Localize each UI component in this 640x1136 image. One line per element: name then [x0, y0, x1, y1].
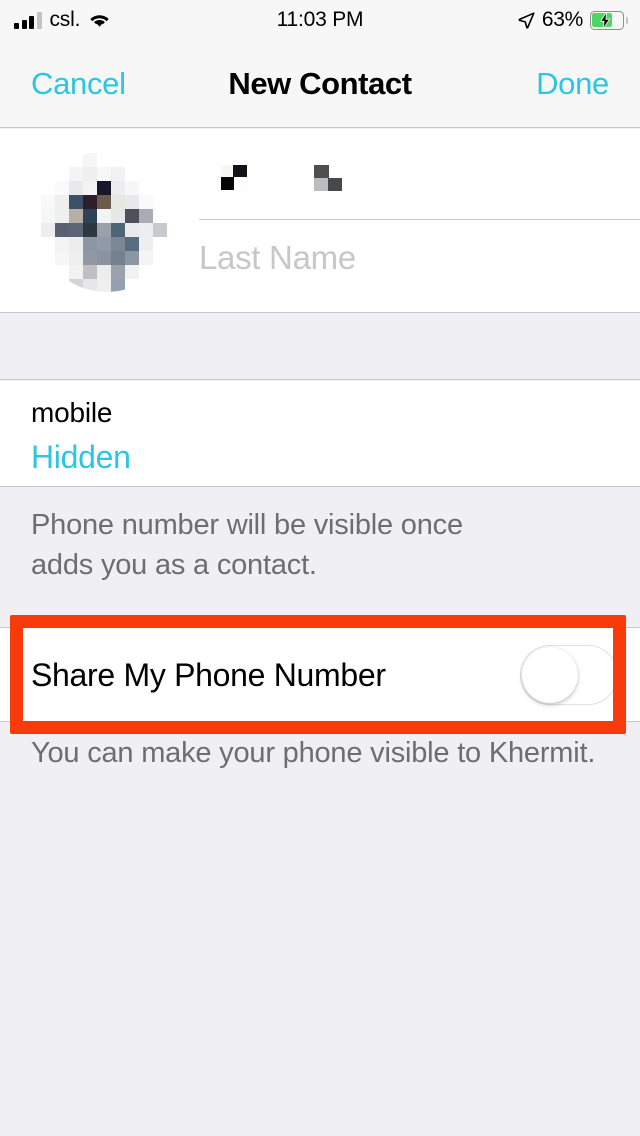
status-bar-right: 63%: [518, 0, 628, 40]
first-name-input[interactable]: [199, 143, 640, 219]
done-button[interactable]: Done: [536, 40, 609, 127]
first-name-redacted-value: [199, 158, 369, 204]
contact-avatar[interactable]: [36, 151, 177, 292]
note-text-before: Phone number will be visible once: [31, 509, 463, 541]
share-phone-note: You can make your phone visible to Kherm…: [0, 735, 640, 795]
location-arrow-icon: [518, 11, 535, 29]
toggle-knob: [522, 646, 578, 703]
share-phone-number-label: Share My Phone Number: [31, 657, 386, 693]
navigation-bar: Cancel New Contact Done: [0, 40, 640, 128]
last-name-placeholder: Last Name: [199, 239, 356, 276]
share-phone-note-text: You can make your phone visible to Kherm…: [31, 737, 596, 769]
section-gap: [0, 314, 640, 380]
note-text-after: adds you as a contact.: [31, 549, 317, 581]
battery-percent-label: 63%: [541, 8, 583, 31]
phone-value-hidden[interactable]: Hidden: [31, 439, 131, 476]
name-fields: Last Name: [199, 129, 640, 313]
phone-section[interactable]: mobile Hidden: [0, 381, 640, 487]
status-bar: csl. 11:03 PM 63%: [0, 0, 640, 40]
phone-visibility-note-text: Phone number will be visible once adds y…: [31, 505, 611, 585]
name-section: Last Name: [0, 129, 640, 313]
phone-screen: csl. 11:03 PM 63% Cancel New Contact Don…: [0, 0, 640, 1136]
empty-area: [0, 795, 640, 1136]
share-phone-number-row[interactable]: Share My Phone Number: [0, 627, 640, 722]
phone-label: mobile: [31, 397, 113, 428]
share-my-phone-number-toggle[interactable]: [520, 644, 618, 705]
last-name-input[interactable]: Last Name: [199, 220, 640, 296]
battery-charging-icon: [590, 10, 628, 30]
phone-visibility-note: Phone number will be visible once adds y…: [0, 488, 640, 1055]
